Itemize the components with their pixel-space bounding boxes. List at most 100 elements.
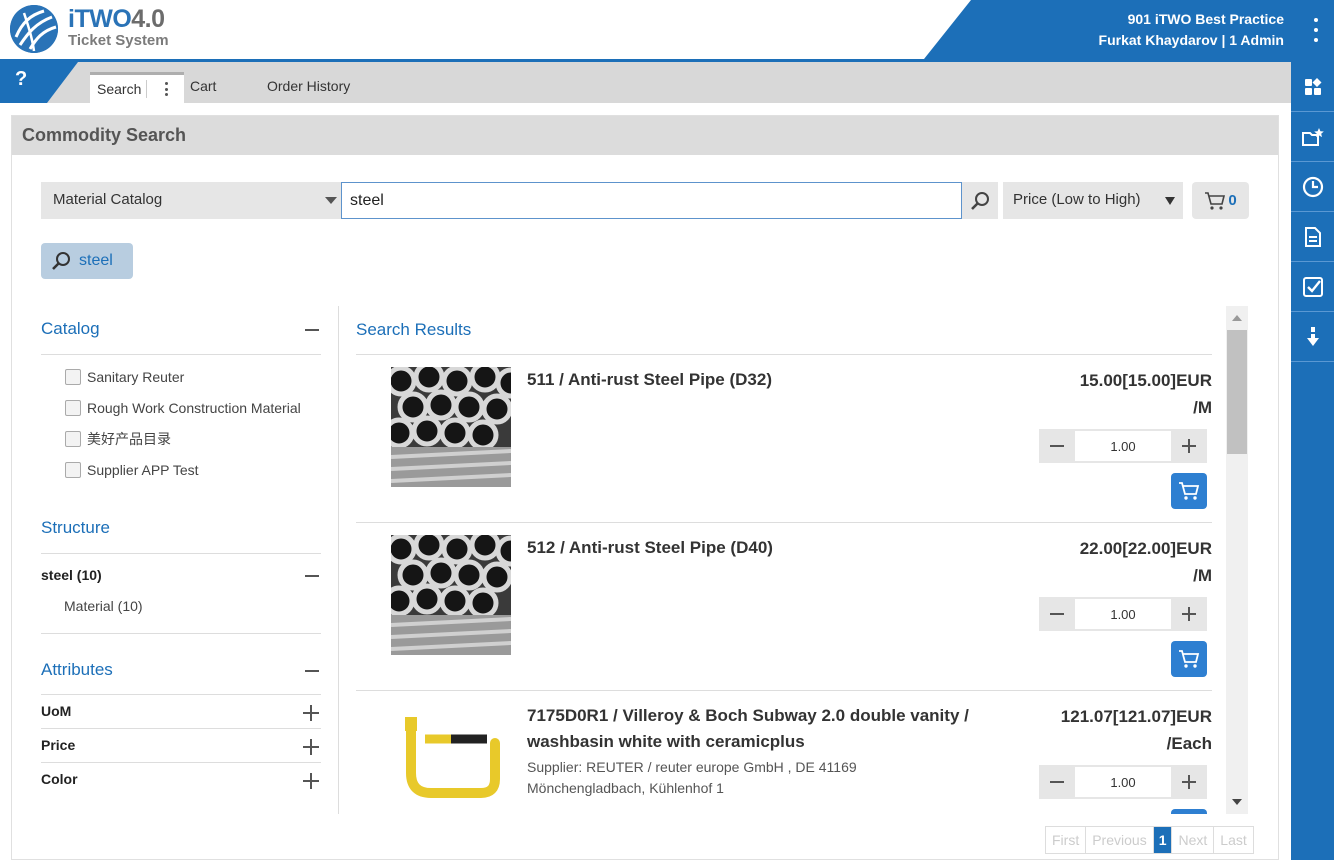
catalog-filter-header[interactable]: Catalog bbox=[41, 304, 321, 355]
chevron-down-icon bbox=[325, 197, 337, 204]
kebab-menu-icon[interactable] bbox=[1312, 18, 1320, 42]
catalog-filter-title: Catalog bbox=[41, 319, 100, 338]
help-icon: ? bbox=[15, 68, 28, 90]
attribute-label: UoM bbox=[41, 703, 72, 719]
quantity-input[interactable] bbox=[1075, 431, 1171, 461]
tab-bar: ? Search Cart Order History bbox=[0, 62, 1291, 103]
download-icon[interactable] bbox=[1291, 312, 1334, 362]
commodity-search-panel: Commodity Search Material Catalog Price … bbox=[11, 115, 1279, 860]
checkbox[interactable] bbox=[65, 368, 81, 385]
checklist-icon[interactable] bbox=[1291, 262, 1334, 312]
increase-quantity-button[interactable] bbox=[1171, 429, 1207, 463]
product-title[interactable]: 7175D0R1 / Villeroy & Boch Subway 2.0 do… bbox=[527, 703, 997, 755]
sort-select[interactable]: Price (Low to High) bbox=[1003, 182, 1183, 219]
search-button[interactable] bbox=[962, 182, 998, 219]
search-input[interactable] bbox=[341, 182, 962, 219]
pagination-first[interactable]: First bbox=[1046, 827, 1087, 853]
checkbox[interactable] bbox=[65, 430, 81, 447]
right-sidebar bbox=[1291, 62, 1334, 860]
scroll-down-icon[interactable] bbox=[1232, 799, 1242, 805]
scroll-thumb[interactable] bbox=[1227, 330, 1247, 454]
app-header: iTWO4.0 Ticket System 901 iTWO Best Prac… bbox=[0, 0, 1334, 62]
checkbox[interactable] bbox=[65, 461, 81, 478]
expand-icon[interactable] bbox=[303, 705, 319, 721]
result-item: 512 / Anti-rust Steel Pipe (D40) 22.00[2… bbox=[356, 523, 1212, 691]
product-image[interactable] bbox=[391, 703, 511, 814]
favorites-icon[interactable] bbox=[1291, 112, 1334, 162]
quantity-input[interactable] bbox=[1075, 599, 1171, 629]
sort-select-value: Price (Low to High) bbox=[1013, 191, 1141, 208]
price-unit: /Each bbox=[1166, 734, 1212, 753]
search-results: Search Results 511 / Anti-rust Steel Pip… bbox=[356, 306, 1212, 814]
price-unit: /M bbox=[1193, 398, 1212, 417]
product-image[interactable] bbox=[391, 535, 511, 655]
structure-root-label: steel (10) bbox=[41, 567, 102, 583]
structure-root[interactable]: steel (10) bbox=[41, 560, 321, 591]
product-price: 121.07[121.07]EUR /Each bbox=[1012, 703, 1212, 757]
catalog-filter-item[interactable]: Supplier APP Test bbox=[41, 454, 321, 485]
checkbox[interactable] bbox=[65, 399, 81, 416]
attributes-filter-header[interactable]: Attributes bbox=[41, 648, 321, 695]
quantity-input[interactable] bbox=[1075, 767, 1171, 797]
decrease-quantity-button[interactable] bbox=[1039, 765, 1075, 799]
cart-button[interactable]: 0 bbox=[1192, 182, 1249, 219]
expand-icon[interactable] bbox=[303, 739, 319, 755]
tab-search[interactable]: Search bbox=[90, 72, 184, 103]
cart-icon bbox=[1205, 191, 1226, 210]
quantity-stepper bbox=[1039, 597, 1207, 631]
brand-name: iTWO4.0 bbox=[68, 5, 165, 33]
catalog-filter-item[interactable]: 美好产品目录 bbox=[41, 423, 321, 454]
attribute-uom[interactable]: UoM bbox=[41, 695, 321, 729]
catalog-filter-label: 美好产品目录 bbox=[87, 430, 171, 447]
results-scrollbar[interactable] bbox=[1226, 306, 1248, 814]
product-image[interactable] bbox=[391, 367, 511, 487]
attribute-price[interactable]: Price bbox=[41, 729, 321, 763]
history-icon[interactable] bbox=[1291, 162, 1334, 212]
increase-quantity-button[interactable] bbox=[1171, 765, 1207, 799]
attribute-color[interactable]: Color bbox=[41, 763, 321, 797]
add-to-cart-button[interactable] bbox=[1171, 809, 1207, 814]
product-price: 22.00[22.00]EUR /M bbox=[1012, 535, 1212, 589]
pagination-next[interactable]: Next bbox=[1172, 827, 1215, 853]
price-value: 15.00[15.00]EUR bbox=[1079, 371, 1212, 390]
scroll-up-icon[interactable] bbox=[1232, 315, 1242, 321]
collapse-icon[interactable] bbox=[305, 575, 319, 577]
catalog-filter-item[interactable]: Sanitary Reuter bbox=[41, 361, 321, 392]
divider bbox=[338, 306, 339, 814]
product-title[interactable]: 511 / Anti-rust Steel Pipe (D32) bbox=[527, 367, 997, 393]
attributes-filter-title: Attributes bbox=[41, 660, 113, 679]
cart-count: 0 bbox=[1228, 192, 1237, 209]
tab-cart[interactable]: Cart bbox=[190, 72, 216, 103]
catalog-select[interactable]: Material Catalog bbox=[41, 182, 341, 219]
catalog-filter-label: Sanitary Reuter bbox=[87, 368, 185, 385]
product-title[interactable]: 512 / Anti-rust Steel Pipe (D40) bbox=[527, 535, 997, 561]
pagination-last[interactable]: Last bbox=[1214, 827, 1252, 853]
collapse-icon[interactable] bbox=[305, 670, 319, 672]
results-title: Search Results bbox=[356, 306, 1212, 355]
structure-filter-header: Structure bbox=[41, 503, 321, 554]
document-icon[interactable] bbox=[1291, 212, 1334, 262]
decrease-quantity-button[interactable] bbox=[1039, 429, 1075, 463]
search-tag-label: steel bbox=[79, 252, 113, 269]
tab-order-history[interactable]: Order History bbox=[267, 72, 350, 103]
expand-icon[interactable] bbox=[303, 773, 319, 789]
product-supplier: Supplier: REUTER / reuter europe GmbH , … bbox=[527, 759, 857, 796]
dashboard-icon[interactable] bbox=[1291, 62, 1334, 112]
structure-child[interactable]: Material (10) bbox=[41, 591, 321, 622]
help-button[interactable]: ? bbox=[0, 62, 78, 103]
filter-sidebar: Catalog Sanitary Reuter Rough Work Const… bbox=[41, 304, 321, 797]
add-to-cart-button[interactable] bbox=[1171, 473, 1207, 509]
catalog-select-value: Material Catalog bbox=[53, 191, 163, 208]
pagination-previous[interactable]: Previous bbox=[1086, 827, 1154, 853]
catalog-filter-item[interactable]: Rough Work Construction Material bbox=[41, 392, 321, 423]
brand-version: 4.0 bbox=[131, 5, 165, 33]
add-to-cart-button[interactable] bbox=[1171, 641, 1207, 677]
attribute-label: Price bbox=[41, 737, 76, 753]
search-tag[interactable]: steel bbox=[41, 243, 133, 279]
collapse-icon[interactable] bbox=[305, 329, 319, 331]
decrease-quantity-button[interactable] bbox=[1039, 597, 1075, 631]
tab-options-icon[interactable] bbox=[164, 82, 168, 96]
pagination-current[interactable]: 1 bbox=[1153, 827, 1173, 853]
increase-quantity-button[interactable] bbox=[1171, 597, 1207, 631]
attribute-label: Color bbox=[41, 771, 78, 787]
